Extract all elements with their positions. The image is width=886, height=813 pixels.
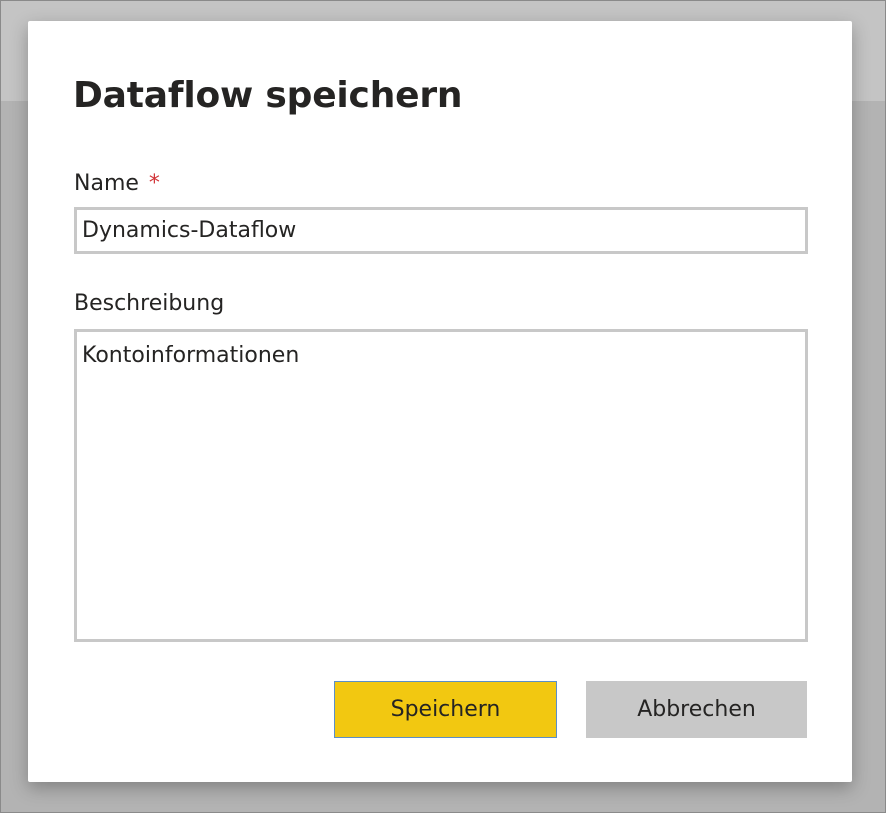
description-textarea[interactable]: Kontoinformationen	[74, 329, 808, 642]
save-button[interactable]: Speichern	[334, 681, 557, 738]
dialog-title: Dataflow speichern	[73, 75, 463, 116]
screen: Dataflow speichern Name * Beschreibung Ko…	[0, 0, 886, 813]
name-input[interactable]	[74, 207, 808, 254]
cancel-button[interactable]: Abbrechen	[586, 681, 807, 738]
name-label: Name *	[74, 169, 160, 199]
required-marker: *	[148, 171, 160, 196]
description-label: Beschreibung	[74, 291, 225, 316]
save-dataflow-dialog: Dataflow speichern Name * Beschreibung Ko…	[28, 21, 852, 782]
name-label-text: Name	[74, 171, 139, 196]
